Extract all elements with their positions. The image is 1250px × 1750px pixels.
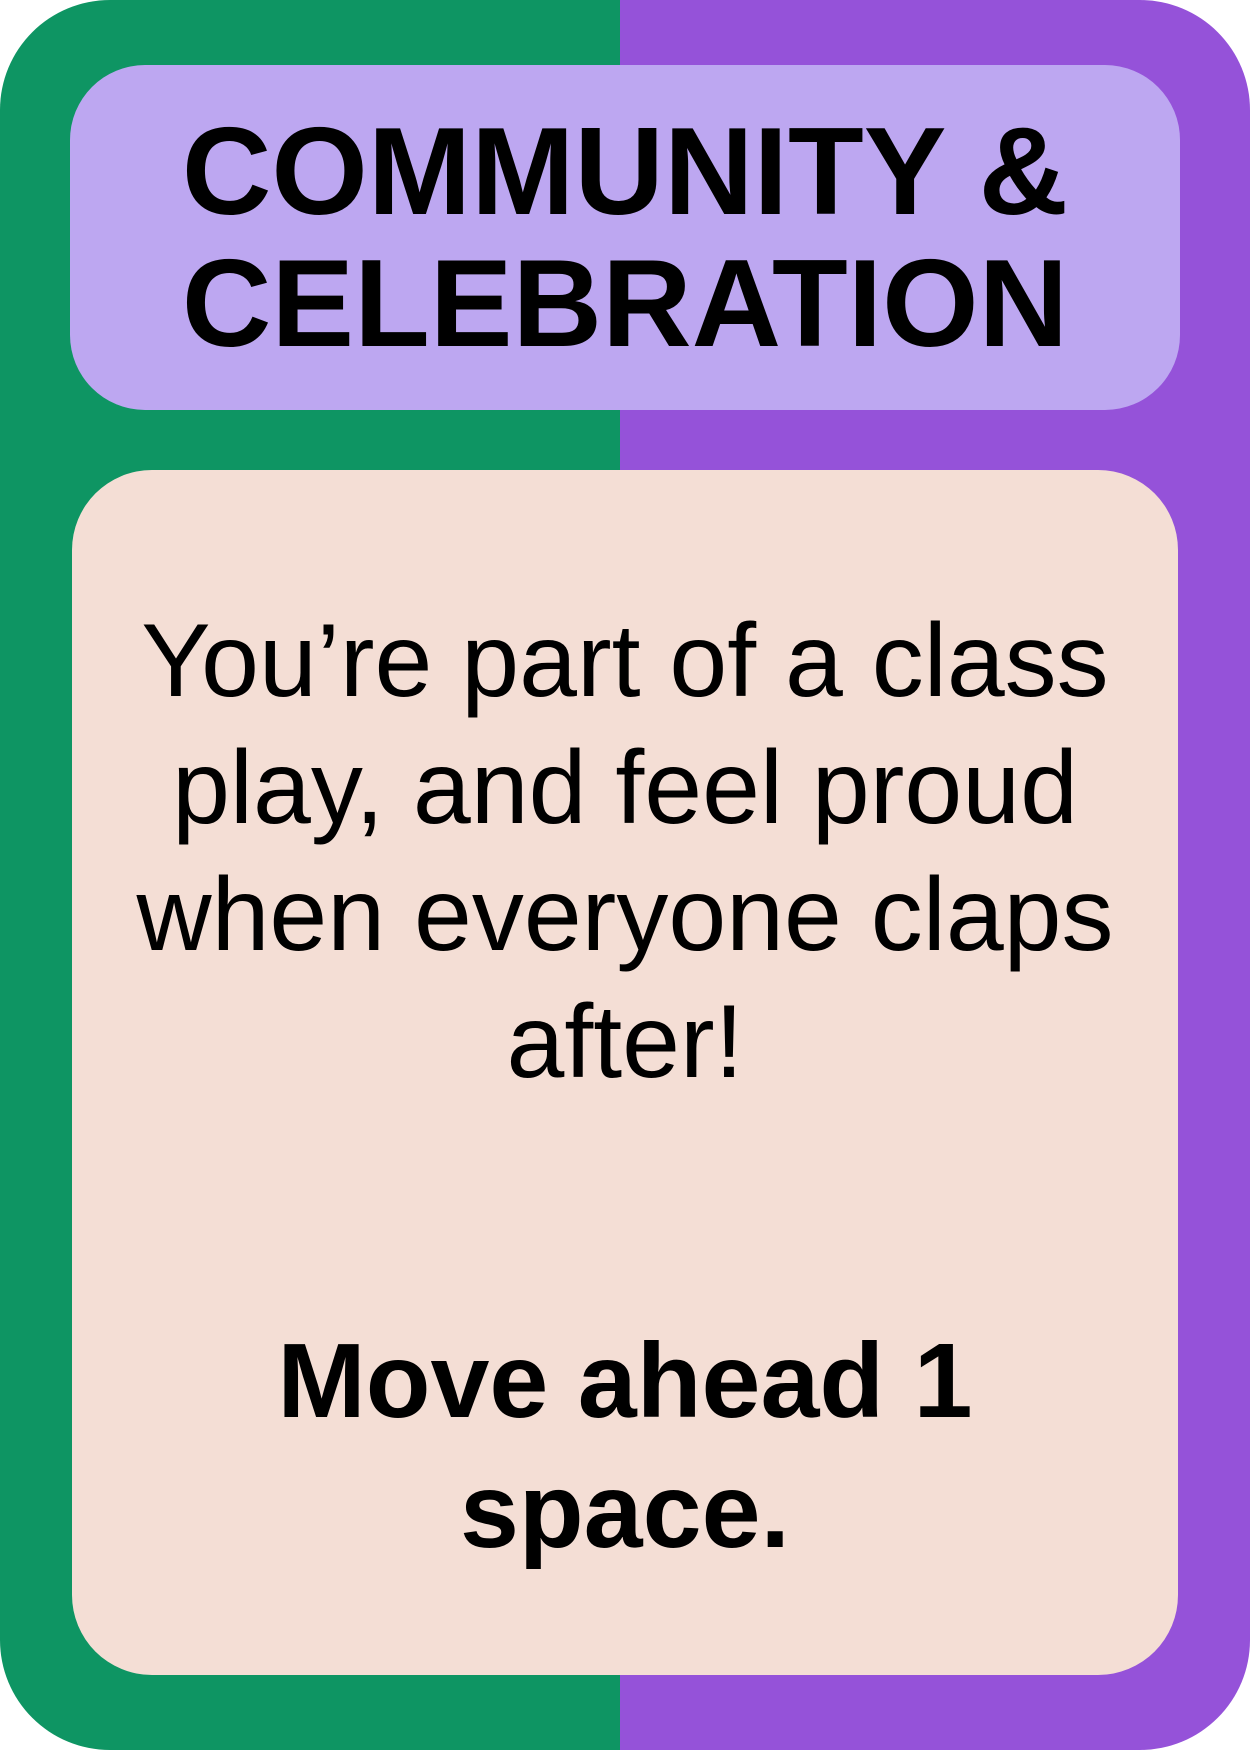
card-description: You’re part of a class play, and feel pr…: [136, 603, 1114, 1100]
category-panel: COMMUNITY & CELEBRATION: [70, 65, 1180, 410]
game-card: COMMUNITY & CELEBRATION You’re part of a…: [0, 0, 1250, 1750]
card-action: Move ahead 1 space.: [277, 1322, 973, 1570]
category-title: COMMUNITY & CELEBRATION: [181, 102, 1069, 373]
card-body-panel: You’re part of a class play, and feel pr…: [72, 470, 1178, 1675]
